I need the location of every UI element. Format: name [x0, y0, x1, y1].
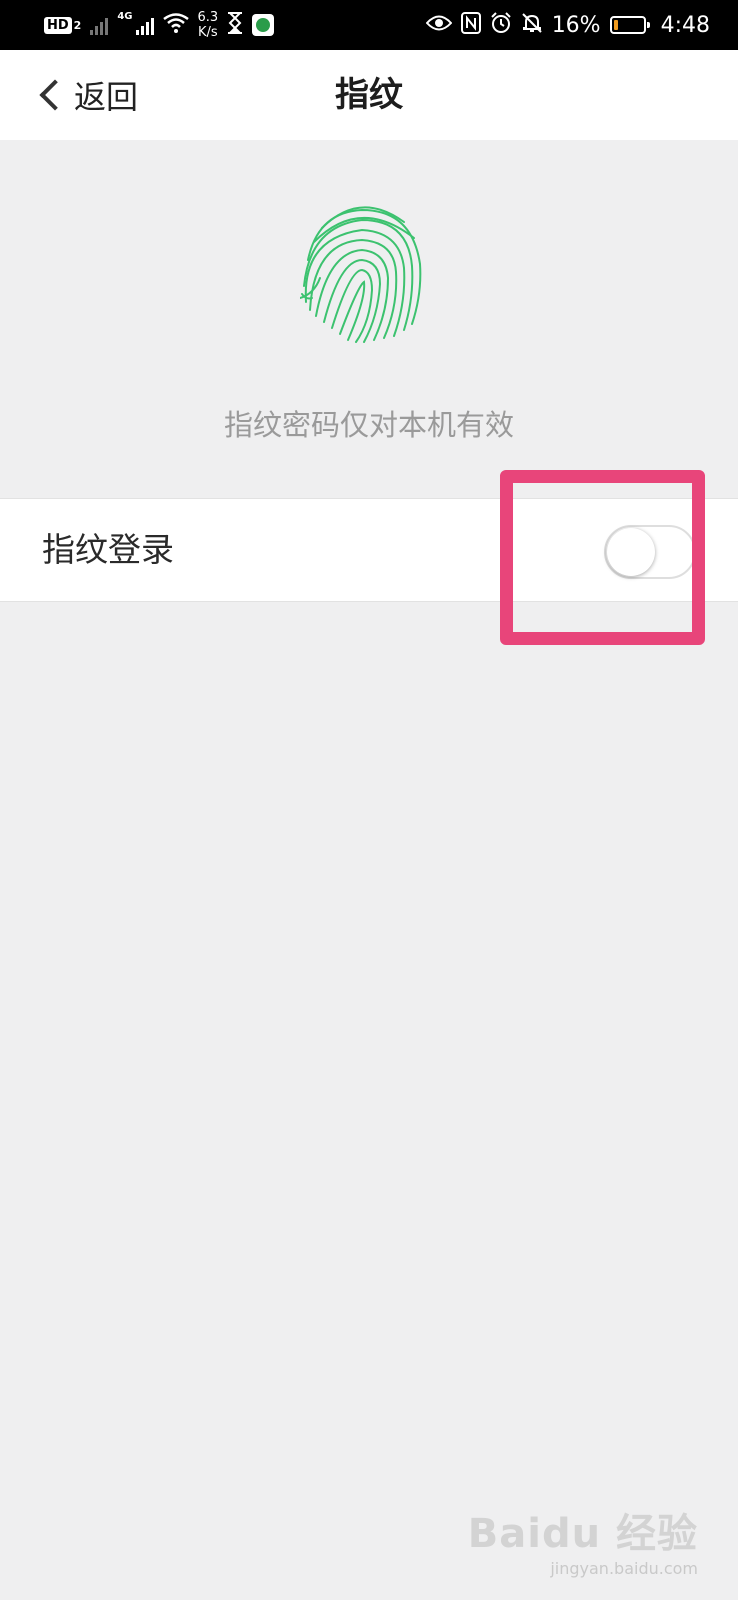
status-bar: HD 2 4G 6.3 K/s 16% 4:48: [0, 0, 738, 50]
hourglass-icon: [227, 12, 243, 38]
battery-fill: [613, 20, 618, 30]
fingerprint-login-label: 指纹登录: [42, 530, 174, 569]
hd-voice-icon: HD 2: [44, 16, 82, 34]
baidu-jingyan-watermark: Baidu 经验 jingyan.baidu.com: [468, 1501, 698, 1578]
status-bar-right: 16% 4:48: [425, 12, 710, 38]
page-title: 指纹: [335, 75, 403, 115]
watermark-logo: Baidu 经验: [467, 1511, 698, 1557]
status-time: 4:48: [660, 12, 710, 38]
highlight-annotation: [500, 470, 705, 645]
bell-off-icon: [521, 12, 543, 38]
status-bar-left: HD 2 4G 6.3 K/s: [44, 10, 275, 40]
signal-no-service-icon: [90, 15, 109, 35]
nfc-icon: [460, 12, 481, 38]
fingerprint-hint: 指纹密码仅对本机有效: [223, 408, 514, 442]
speed-unit: K/s: [198, 25, 218, 40]
alarm-icon: [490, 12, 512, 38]
speed-value: 6.3: [197, 10, 219, 25]
hd-badge-sub: 2: [73, 18, 82, 32]
network-type: 4G: [117, 11, 133, 22]
battery-percent: 16%: [551, 12, 601, 38]
nav-bar: 返回 指纹: [0, 50, 738, 140]
eye-icon: [425, 14, 453, 36]
fingerprint-icon: [299, 198, 430, 343]
battery-icon: [609, 16, 650, 34]
app-notification-icon: [252, 14, 275, 36]
wifi-icon: [162, 13, 189, 37]
signal-strength-icon: [135, 15, 154, 35]
network-speed: 6.3 K/s: [198, 10, 219, 40]
watermark-url: jingyan.baidu.com: [550, 1559, 698, 1578]
hd-badge-text: HD: [44, 16, 72, 34]
